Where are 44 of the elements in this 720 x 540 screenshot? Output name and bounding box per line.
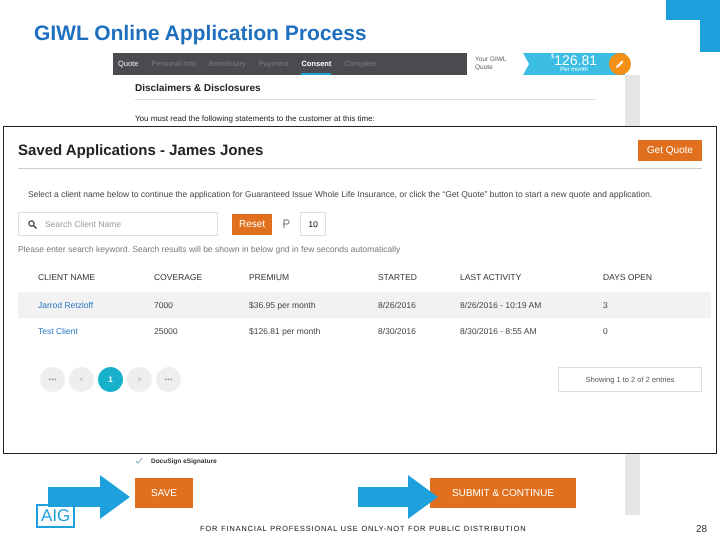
action-button[interactable]: SUBMIT & CONTINUE: [430, 478, 576, 508]
logo: AIG: [36, 504, 76, 528]
notice-text: You must read the following statements to the customer at this time:: [135, 114, 376, 123]
table-cell-text: 8/30/2016 - 8:55 AM: [460, 326, 538, 336]
client-link[interactable]: Jarrod Retzloff: [38, 300, 154, 310]
column-header: DAYS OPEN: [603, 272, 653, 282]
page-button[interactable]: •••: [156, 367, 181, 392]
search-field[interactable]: Search Client Name: [18, 212, 218, 236]
column-header: STARTED: [378, 272, 418, 282]
table-row[interactable]: Test Client 25000 $126.81 per month 8/30/2016 8/30/2016 - 8:55 AM 0: [18, 318, 711, 344]
refresh-icon: [282, 219, 290, 230]
page-number: 28: [696, 524, 708, 535]
client-link[interactable]: Test Client: [38, 326, 154, 336]
slide-title: GIWL Online Application Process: [34, 22, 367, 46]
table-cell-text: 25000: [154, 326, 179, 336]
table-cell-text: $126.81 per month: [249, 326, 322, 336]
table-cell-text: 8/26/2016 - 10:19 AM: [460, 300, 542, 310]
table-cell-text: 8/30/2016: [378, 326, 417, 336]
reset-button[interactable]: Reset: [232, 214, 272, 235]
action-button[interactable]: SAVE: [135, 478, 193, 508]
column-header: CLIENT NAME: [38, 272, 96, 282]
table-cell-text: $36.95 per month: [249, 300, 317, 310]
get-quote-button[interactable]: Get Quote: [638, 140, 702, 161]
search-icon: [28, 220, 37, 230]
corner-shape: [666, 0, 720, 52]
pencil-icon: [615, 59, 625, 69]
table-row[interactable]: Jarrod Retzloff 7000 $36.95 per month 8/26/2016 8/26/2016 - 10:19 AM 3: [18, 292, 711, 318]
description-text: Select a client name below to continue the application for Guaranteed Issue Whole Life Insurance, or click the “Get Quote” button to start a new quote and application.: [28, 189, 654, 200]
table-cell-text: 0: [603, 326, 609, 336]
dialog-title: Saved Applications - James Jones: [18, 142, 264, 159]
page-button[interactable]: <: [69, 367, 94, 392]
section-heading: Disclaimers & Disclosures: [135, 83, 595, 100]
page-button[interactable]: 1: [98, 367, 123, 392]
table-cell-text: 8/26/2016: [378, 300, 417, 310]
table-cell-text: 7000: [154, 300, 174, 310]
page-button[interactable]: >: [127, 367, 152, 392]
page-button[interactable]: •••: [40, 367, 65, 392]
table-cell-text: 3: [603, 300, 609, 310]
column-header: COVERAGE: [154, 272, 204, 282]
arrow-icon: [358, 475, 438, 519]
column-header: LAST ACTIVITY: [460, 272, 522, 282]
page-size-field[interactable]: 10: [300, 212, 326, 236]
column-header: PREMIUM: [249, 272, 290, 282]
hint-text: Please enter search keyword. Search results will be shown in below grid in few seconds automatically: [18, 244, 402, 254]
